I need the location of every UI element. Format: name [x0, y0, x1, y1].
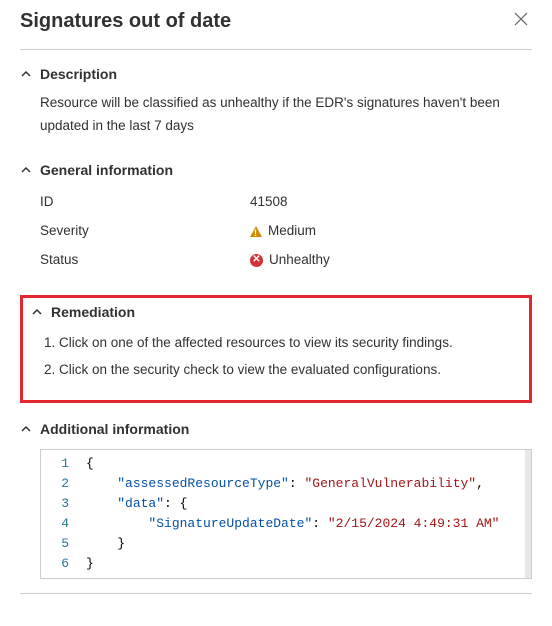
- row-status: Status ✕ Unhealthy: [40, 246, 532, 275]
- id-value: 41508: [250, 191, 288, 214]
- section-additional: Additional information 1 2 3 4 5 6 { "as…: [20, 417, 532, 579]
- section-remediation-toggle[interactable]: Remediation: [31, 304, 521, 326]
- row-id: ID 41508: [40, 188, 532, 217]
- section-additional-toggle[interactable]: Additional information: [20, 417, 532, 443]
- section-additional-title: Additional information: [40, 421, 189, 437]
- chevron-up-icon: [20, 423, 32, 435]
- section-general: General information ID 41508 Severity Me…: [20, 158, 532, 281]
- remediation-highlight: Remediation Click on one of the affected…: [20, 295, 532, 403]
- severity-value: Medium: [268, 220, 316, 243]
- line-number: 3: [47, 494, 69, 514]
- details-panel: Signatures out of date Description Resou…: [0, 0, 552, 626]
- code-gutter: 1 2 3 4 5 6: [41, 450, 80, 578]
- id-label: ID: [40, 191, 250, 214]
- panel-header: Signatures out of date: [20, 10, 532, 49]
- separator: [20, 593, 532, 594]
- panel-title: Signatures out of date: [20, 10, 231, 33]
- chevron-up-icon: [20, 68, 32, 80]
- section-general-title: General information: [40, 162, 173, 178]
- remediation-step-1: Click on one of the affected resources t…: [59, 330, 521, 357]
- close-button[interactable]: [510, 10, 532, 33]
- section-description: Description Resource will be classified …: [20, 62, 532, 144]
- json-viewer[interactable]: 1 2 3 4 5 6 { "assessedResourceType": "G…: [40, 449, 532, 579]
- remediation-steps: Click on one of the affected resources t…: [41, 330, 521, 384]
- json-value: "2/15/2024 4:49:31 AM": [328, 516, 500, 531]
- line-number: 1: [47, 454, 69, 474]
- general-body: ID 41508 Severity Medium Status ✕ Unheal…: [20, 184, 532, 281]
- warning-icon: [250, 226, 262, 237]
- row-severity: Severity Medium: [40, 217, 532, 246]
- code-content: { "assessedResourceType": "GeneralVulner…: [80, 450, 531, 578]
- json-key: "assessedResourceType": [117, 476, 289, 491]
- error-icon: ✕: [250, 254, 263, 267]
- scrollbar[interactable]: [525, 450, 531, 578]
- remediation-body: Click on one of the affected resources t…: [31, 326, 521, 390]
- json-key: "data": [117, 496, 164, 511]
- separator: [20, 49, 532, 50]
- line-number: 2: [47, 474, 69, 494]
- line-number: 4: [47, 514, 69, 534]
- remediation-step-2: Click on the security check to view the …: [59, 357, 521, 384]
- close-icon: [514, 12, 528, 26]
- severity-label: Severity: [40, 220, 250, 243]
- section-description-toggle[interactable]: Description: [20, 62, 532, 88]
- section-description-title: Description: [40, 66, 117, 82]
- status-label: Status: [40, 249, 250, 272]
- description-text: Resource will be classified as unhealthy…: [20, 88, 532, 144]
- status-value: Unhealthy: [269, 249, 330, 272]
- json-key: "SignatureUpdateDate": [148, 516, 312, 531]
- section-remediation-title: Remediation: [51, 304, 135, 320]
- line-number: 6: [47, 554, 69, 574]
- chevron-up-icon: [20, 164, 32, 176]
- json-value: "GeneralVulnerability": [304, 476, 476, 491]
- chevron-up-icon: [31, 306, 43, 318]
- section-general-toggle[interactable]: General information: [20, 158, 532, 184]
- line-number: 5: [47, 534, 69, 554]
